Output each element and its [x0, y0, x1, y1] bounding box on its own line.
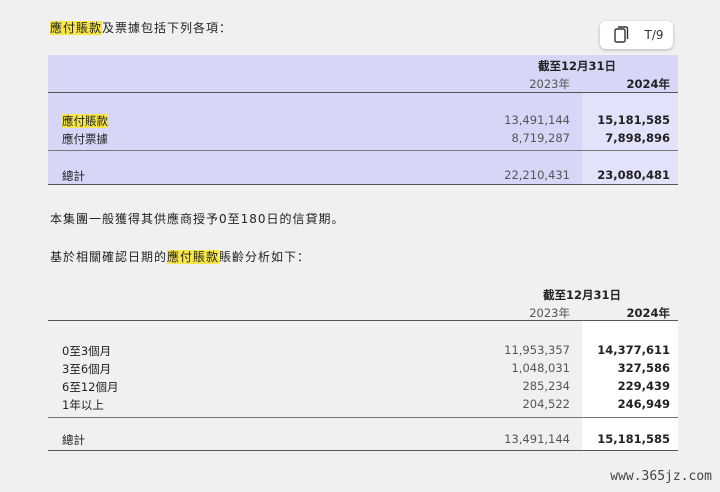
translate-icon[interactable]: T/9	[640, 25, 668, 45]
table1-row-2024: 15,181,585	[597, 113, 670, 127]
table1-total-2023: 22,210,431	[504, 168, 570, 182]
table2-row-2024: 14,377,611	[597, 343, 670, 357]
table1-row-2023: 8,719,287	[511, 131, 570, 145]
table2-total-2024: 15,181,585	[597, 432, 670, 446]
table2-row-label: 0至3個月	[62, 344, 112, 358]
table2-col-2024: 2024年	[626, 306, 670, 320]
table1-col-2024: 2024年	[626, 77, 670, 91]
table1-col-2023: 2023年	[529, 77, 570, 91]
table1-row-label: 應付賬款	[62, 114, 108, 128]
table1-total-label: 總計	[62, 169, 85, 183]
table2-row-2024: 229,439	[617, 379, 670, 393]
table1-header-date: 截至12月31日	[538, 59, 617, 73]
table2-row-2023: 285,234	[522, 379, 570, 393]
table2-row-label: 1年以上	[62, 398, 104, 412]
table1-row-2024: 7,898,896	[605, 131, 670, 145]
aging-table: 截至12月31日 2023年 2024年 0至3個月 11,953,357 14…	[48, 283, 678, 453]
table2-col-2023: 2023年	[529, 306, 570, 320]
table2-row-2023: 1,048,031	[511, 361, 570, 375]
aging-intro-text: 基於相關確認日期的應付賬款賬齡分析如下：	[50, 248, 310, 265]
watermark: www.365jz.com	[610, 469, 712, 484]
table1-row-label: 應付票據	[62, 132, 108, 146]
table2-total-label: 總計	[62, 433, 85, 447]
table2-row-2024: 327,586	[617, 361, 670, 375]
highlight-accounts-payable: 應付賬款	[167, 250, 220, 264]
table2-row-2023: 11,953,357	[504, 343, 570, 357]
table2-row-label: 3至6個月	[62, 362, 112, 376]
floating-toolbar: T/9	[600, 21, 673, 49]
aging-intro-before: 基於相關確認日期的	[50, 250, 168, 264]
intro-rest: 及票據包括下列各項：	[102, 21, 233, 35]
table1-total-2024: 23,080,481	[597, 168, 670, 182]
table2-total-2023: 13,491,144	[504, 432, 570, 446]
highlight-accounts-payable: 應付賬款	[50, 21, 103, 35]
copy-icon[interactable]	[606, 25, 634, 45]
table2-header-date: 截至12月31日	[543, 288, 622, 302]
credit-period-text: 本集團一般獲得其供應商授予0至180日的信貸期。	[50, 212, 345, 226]
intro-text: 應付賬款及票據包括下列各項：	[50, 19, 232, 36]
table1-row-2023: 13,491,144	[504, 113, 570, 127]
payables-table: 截至12月31日 2023年 2024年 應付賬款 13,491,144 15,…	[48, 55, 678, 185]
table2-row-2024: 246,949	[617, 397, 670, 411]
aging-intro-after: 賬齡分析如下：	[219, 250, 311, 264]
table2-row-label: 6至12個月	[62, 380, 119, 394]
table2-row-2023: 204,522	[522, 397, 570, 411]
